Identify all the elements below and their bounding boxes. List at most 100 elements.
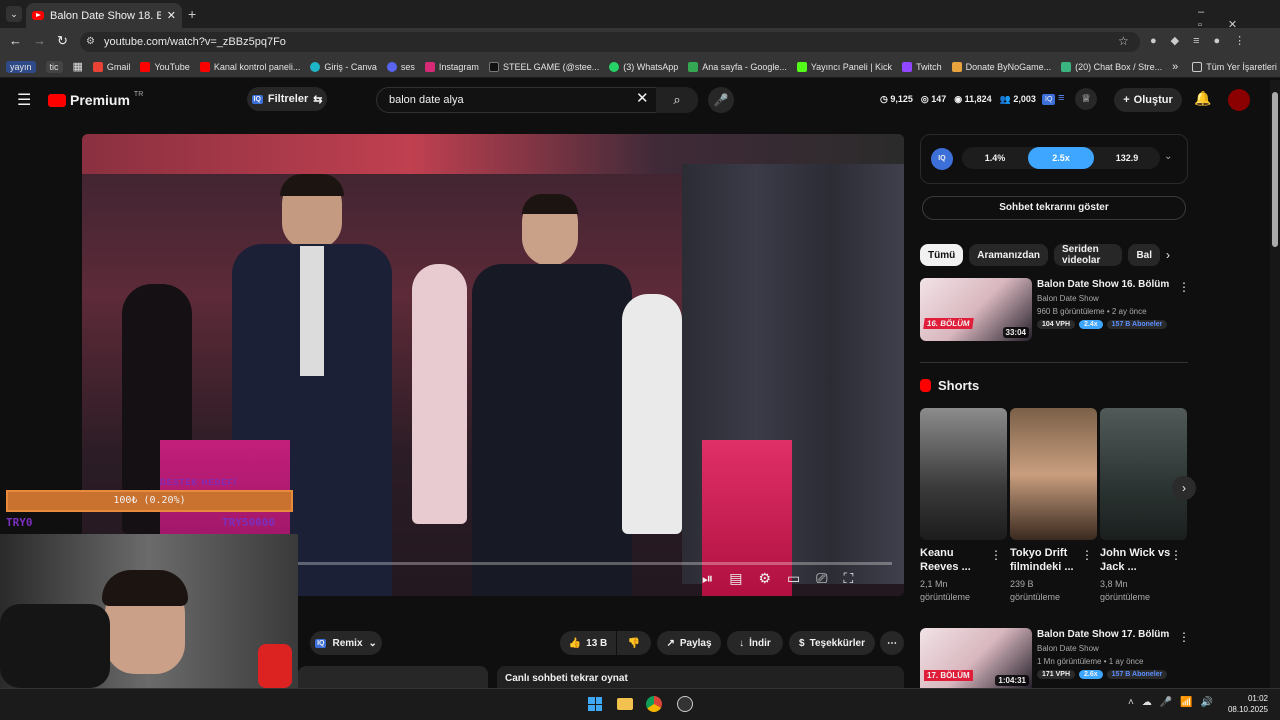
bookmark-whatsapp[interactable]: (3) WhatsApp <box>609 61 678 72</box>
apps-grid-icon[interactable]: ▦ <box>73 60 83 73</box>
tray-icons[interactable]: ˄☁🎤📶🔊 <box>1128 697 1221 708</box>
remix-button[interactable]: IQ Remix ⌄ <box>310 631 382 655</box>
dislike-button[interactable]: 👎 <box>617 631 651 655</box>
iq-header-icon[interactable]: IQ <box>1042 94 1056 105</box>
rec1-thumbnail[interactable]: 16. BÖLÜM 33:04 <box>920 278 1032 341</box>
video-player[interactable]: ⏯ ▤ ⚙ ▭ ⎚ ⛶ <box>82 134 904 596</box>
iq-stat-2[interactable]: 2.5x <box>1028 147 1094 169</box>
iq-stat-1[interactable]: 1.4% <box>962 147 1028 169</box>
autoplay-toggle-icon[interactable]: ⏯ <box>702 570 713 587</box>
avatar[interactable] <box>1228 89 1250 111</box>
thanks-button[interactable]: $ Teşekkürler <box>789 631 875 655</box>
bookmark-twitch[interactable]: Twitch <box>902 61 942 72</box>
bookmark-kanal[interactable]: Kanal kontrol paneli... <box>199 61 300 72</box>
bookmark-google[interactable]: Ana sayfa - Google... <box>688 61 787 72</box>
address-bar[interactable]: youtube.com/watch?v=_zBBz5pq7Fo <box>80 32 1140 52</box>
bookmark-gmail[interactable]: Gmail <box>92 61 130 72</box>
taskbar-clock[interactable]: 01:02 08.10.2025 <box>1226 693 1268 715</box>
reload-icon[interactable]: ↻ <box>57 33 68 49</box>
rec1-title[interactable]: Balon Date Show 16. Bölüm <box>1037 279 1169 290</box>
bookmark-kick[interactable]: Yayıncı Paneli | Kick <box>796 61 892 72</box>
close-tab-icon[interactable]: ✕ <box>167 9 176 22</box>
shorts-next-icon[interactable]: › <box>1172 476 1196 500</box>
iq-expand-icon[interactable]: ⌄ <box>1164 151 1172 162</box>
bookmark-ses[interactable]: ses <box>386 61 415 72</box>
rec1-channel[interactable]: Balon Date Show <box>1037 294 1099 303</box>
clock-date: 08.10.2025 <box>1227 705 1268 714</box>
show-chat-replay-button[interactable]: Sohbet tekrarını göster <box>922 196 1186 220</box>
bookmark-donate[interactable]: Donate ByNoGame... <box>951 61 1051 72</box>
cast-icon[interactable]: ⎚ <box>816 570 827 587</box>
subtitles-icon[interactable]: ▤ <box>729 570 742 587</box>
download-button[interactable]: ↓ İndir <box>727 631 783 655</box>
shorts-header: Shorts <box>920 378 979 393</box>
theater-mode-icon[interactable]: ▭ <box>787 570 800 587</box>
chip-all[interactable]: Tümü <box>920 244 964 266</box>
rec2-title[interactable]: Balon Date Show 17. Bölüm <box>1037 629 1169 640</box>
rec2-vph: 171 VPH <box>1037 670 1076 679</box>
star-icon[interactable]: ☆ <box>1118 34 1129 48</box>
search-button[interactable]: ⌕ <box>656 87 698 113</box>
donation-goal-value: 100₺ (0.20%) <box>113 495 186 506</box>
chrome-icon[interactable] <box>646 696 662 712</box>
more-bookmarks-icon[interactable]: » <box>1172 61 1178 73</box>
clear-search-icon[interactable]: ✕ <box>636 89 649 107</box>
short-2-menu-icon[interactable]: ⋮ <box>1081 548 1093 562</box>
short-2[interactable] <box>1010 408 1097 540</box>
chip-more[interactable]: Bal <box>1128 244 1160 266</box>
chip-series[interactable]: Seriden videolar <box>1054 244 1123 266</box>
bookmark-instagram[interactable]: Instagram <box>424 61 479 72</box>
create-button[interactable]: + Oluştur <box>1114 88 1182 112</box>
extensions-icons[interactable]: ●◆≡●⋮ <box>1150 34 1259 47</box>
bookmark-youtube[interactable]: YouTube <box>140 61 190 72</box>
new-tab-button[interactable]: + <box>188 6 196 22</box>
tab-search-button[interactable]: ⌄ <box>6 6 22 22</box>
site-info-icon[interactable]: ⚙ <box>86 36 95 47</box>
background-woman-center <box>412 264 467 524</box>
bookmark-steel[interactable]: STEEL GAME (@stee... <box>488 61 599 72</box>
forward-icon[interactable]: → <box>33 33 46 48</box>
short-3-title[interactable]: John Wick vs Jack ... <box>1100 546 1170 574</box>
browser-tab[interactable]: Balon Date Show 18. Bölüm - Y ✕ <box>26 3 182 28</box>
obs-icon[interactable] <box>677 696 693 712</box>
search-input[interactable]: balon date alya <box>376 87 698 113</box>
rec1-menu-icon[interactable]: ⋮ <box>1178 280 1190 294</box>
thanks-label: Teşekkürler <box>809 637 865 649</box>
rec2-channel[interactable]: Balon Date Show <box>1037 644 1099 653</box>
file-explorer-icon[interactable] <box>617 698 633 710</box>
short-1[interactable] <box>920 408 1007 540</box>
bookmark-canva[interactable]: Giriş - Canva <box>310 61 377 72</box>
fullscreen-icon[interactable]: ⛶ <box>843 570 853 587</box>
award-icon[interactable]: ♕ <box>1075 88 1097 110</box>
scrollbar-thumb[interactable] <box>1272 92 1278 247</box>
menu-icon[interactable]: ☰ <box>17 90 31 110</box>
short-1-menu-icon[interactable]: ⋮ <box>990 548 1002 562</box>
share-button[interactable]: ↗ Paylaş <box>657 631 721 655</box>
rec2-thumbnail[interactable]: 17. BÖLÜM 1:04:31 <box>920 628 1032 688</box>
back-icon[interactable]: ← <box>9 33 22 48</box>
notifications-icon[interactable]: 🔔 <box>1194 90 1211 107</box>
start-icon[interactable] <box>588 697 602 711</box>
chat-replay-box[interactable]: Canlı sohbeti tekrar oynat <box>497 666 904 688</box>
short-3[interactable] <box>1100 408 1187 540</box>
short-2-title[interactable]: Tokyo Drift filmindeki ... <box>1010 546 1074 574</box>
chip-from-search[interactable]: Aramanızdan <box>969 244 1049 266</box>
bookmark-tic[interactable]: tic <box>45 60 63 73</box>
all-bookmarks[interactable]: Tüm Yer İşaretleri <box>1192 61 1277 72</box>
chips-next-icon[interactable]: › <box>1166 248 1170 262</box>
filters-button[interactable]: IQ Filtreler ⇆ <box>247 87 327 111</box>
iq-stat-3[interactable]: 132.9 <box>1094 147 1160 169</box>
short-3-menu-icon[interactable]: ⋮ <box>1170 548 1182 562</box>
donation-goal-bar: 100₺ (0.20%) <box>6 490 293 512</box>
more-actions-button[interactable]: ⋯ <box>880 631 904 655</box>
voice-search-icon[interactable]: 🎤 <box>708 87 734 113</box>
settings-icon[interactable]: ⚙ <box>758 570 771 587</box>
like-button[interactable]: 👍 13 B <box>560 631 616 655</box>
description-box[interactable] <box>298 666 488 688</box>
bookmark-chatbox[interactable]: (20) Chat Box / Stre... <box>1061 61 1162 72</box>
bookmark-yayin[interactable]: yayın <box>6 60 36 73</box>
rec2-menu-icon[interactable]: ⋮ <box>1178 630 1190 644</box>
youtube-logo[interactable]: Premium TR <box>48 91 143 108</box>
list-icon[interactable]: ≡ <box>1058 92 1064 104</box>
short-1-title[interactable]: Keanu Reeves ... <box>920 546 971 574</box>
